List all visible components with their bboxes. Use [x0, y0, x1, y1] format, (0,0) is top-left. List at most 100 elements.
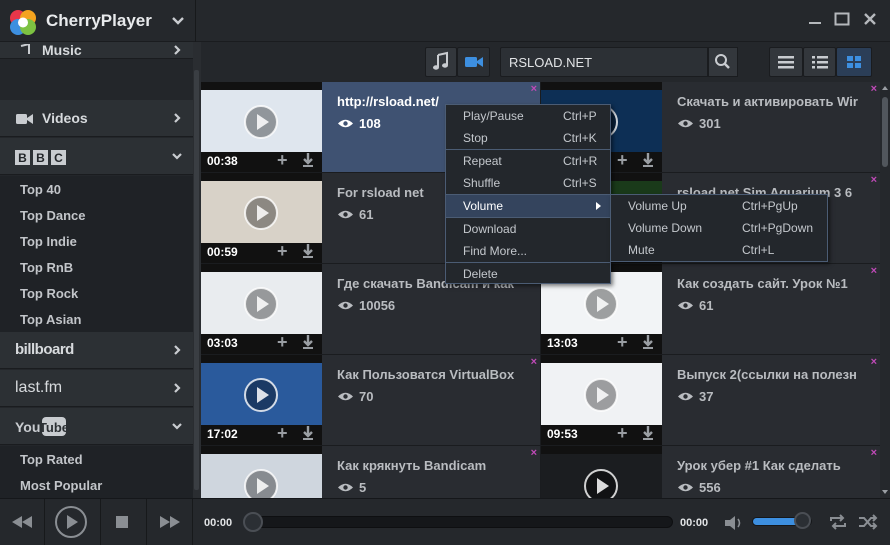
video-thumbnail[interactable]: 09:53 + [541, 355, 662, 445]
seek-bar[interactable] [247, 516, 673, 528]
video-tile[interactable]: + Как крякнуть Bandicam 5 × [201, 446, 541, 498]
search-box[interactable] [500, 47, 708, 77]
download-icon[interactable] [301, 152, 315, 168]
sidebar-item-top-rated[interactable]: Top Rated [20, 452, 83, 467]
download-icon[interactable] [301, 334, 315, 350]
sidebar-item-top-dance[interactable]: Top Dance [20, 208, 86, 223]
menu-item-repeat[interactable]: Repeat Ctrl+R [446, 150, 610, 172]
minimize-icon[interactable] [806, 10, 824, 28]
sidebar-section-videos[interactable]: Videos [0, 100, 193, 137]
sidebar-section-music[interactable]: Music [0, 42, 193, 59]
shuffle-icon[interactable] [857, 513, 879, 531]
grid-view-button[interactable] [836, 47, 872, 77]
maximize-icon[interactable] [833, 10, 851, 28]
video-tile[interactable]: + Урок убер #1 Как сделать 556 × [541, 446, 880, 498]
add-to-playlist-icon[interactable]: + [617, 333, 628, 351]
play-overlay-icon[interactable] [243, 468, 279, 498]
sidebar-section-billboard[interactable]: billboard [0, 332, 193, 369]
video-title[interactable]: Выпуск 2(ссылки на полезн [677, 367, 867, 382]
sidebar-section-lastfm[interactable]: last.fm [0, 370, 193, 407]
seek-handle[interactable] [243, 512, 263, 532]
sidebar-item-top-rock[interactable]: Top Rock [20, 286, 78, 301]
video-title[interactable]: Как Пользоватся VirtualBox [337, 367, 527, 382]
menu-item-shuffle[interactable]: Shuffle Ctrl+S [446, 172, 610, 194]
remove-tile-icon[interactable]: × [871, 356, 877, 368]
menu-item-mute[interactable]: Mute Ctrl+L [611, 239, 827, 261]
menu-item-delete[interactable]: Delete [446, 263, 610, 285]
add-to-playlist-icon[interactable]: + [617, 151, 628, 169]
search-input[interactable] [509, 55, 699, 70]
play-overlay-icon[interactable] [583, 286, 619, 322]
stop-icon[interactable] [114, 514, 130, 530]
play-overlay-icon[interactable] [583, 377, 619, 413]
video-thumbnail[interactable]: + [201, 446, 322, 498]
remove-tile-icon[interactable]: × [871, 447, 877, 459]
sidebar-item-top-indie[interactable]: Top Indie [20, 234, 77, 249]
close-icon[interactable] [861, 10, 879, 28]
sidebar-item-top-rnb[interactable]: Top RnB [20, 260, 73, 275]
video-title[interactable]: Как крякнуть Bandicam [337, 458, 527, 473]
menu-item-volume-down[interactable]: Volume Down Ctrl+PgDown [611, 217, 827, 239]
remove-tile-icon[interactable]: × [871, 83, 877, 95]
speaker-icon[interactable] [722, 513, 746, 533]
scroll-down-icon[interactable] [882, 488, 888, 496]
sidebar-item-top-asian[interactable]: Top Asian [20, 312, 81, 327]
video-thumbnail[interactable]: 00:59 + [201, 173, 322, 263]
download-icon[interactable] [301, 243, 315, 259]
play-icon[interactable] [53, 504, 89, 540]
add-to-playlist-icon[interactable]: + [277, 424, 288, 442]
add-to-playlist-icon[interactable]: + [277, 151, 288, 169]
download-icon[interactable] [641, 334, 655, 350]
detail-view-button[interactable] [803, 47, 836, 77]
video-thumbnail[interactable]: 03:03 + [201, 264, 322, 354]
scroll-up-icon[interactable] [882, 84, 888, 92]
sidebar-item-top-40[interactable]: Top 40 [20, 182, 61, 197]
video-tile[interactable]: 09:53 + Выпуск 2(ссылки на полезн 37 × [541, 355, 880, 446]
add-to-playlist-icon[interactable]: + [277, 333, 288, 351]
video-thumbnail[interactable]: + [541, 446, 662, 498]
remove-tile-icon[interactable]: × [871, 265, 877, 277]
video-mode-button[interactable] [457, 47, 490, 77]
remove-tile-icon[interactable]: × [871, 174, 877, 186]
menu-item-stop[interactable]: Stop Ctrl+K [446, 127, 610, 149]
sidebar-item-most-popular[interactable]: Most Popular [20, 478, 102, 493]
chevron-down-icon[interactable] [170, 12, 186, 28]
sidebar-scrollbar-thumb[interactable] [194, 70, 199, 490]
remove-tile-icon[interactable]: × [531, 356, 537, 368]
search-button[interactable] [708, 47, 738, 77]
play-overlay-icon[interactable] [243, 104, 279, 140]
add-to-playlist-icon[interactable]: + [277, 242, 288, 260]
grid-scrollbar-thumb[interactable] [882, 97, 888, 167]
menu-item-find-more[interactable]: Find More... [446, 240, 610, 262]
video-thumbnail[interactable]: 17:02 + [201, 355, 322, 445]
remove-tile-icon[interactable]: × [531, 447, 537, 459]
add-to-playlist-icon[interactable]: + [617, 424, 628, 442]
menu-item-volume[interactable]: Volume [446, 195, 610, 217]
download-icon[interactable] [641, 152, 655, 168]
repeat-icon[interactable] [828, 513, 848, 531]
list-view-button[interactable] [769, 47, 803, 77]
menu-item-download[interactable]: Download [446, 218, 610, 240]
menu-item-play-pause[interactable]: Play/Pause Ctrl+P [446, 105, 610, 127]
next-icon[interactable] [156, 510, 184, 534]
play-overlay-icon[interactable] [243, 195, 279, 231]
remove-tile-icon[interactable]: × [531, 83, 537, 95]
volume-handle[interactable] [794, 512, 811, 529]
download-icon[interactable] [301, 425, 315, 441]
menu-item-volume-up[interactable]: Volume Up Ctrl+PgUp [611, 195, 827, 217]
play-overlay-icon[interactable] [243, 377, 279, 413]
video-views: 61 [699, 298, 714, 313]
download-icon[interactable] [641, 425, 655, 441]
video-title[interactable]: Скачать и активировать Wir [677, 94, 867, 109]
video-title[interactable]: Урок убер #1 Как сделать [677, 458, 867, 473]
video-title[interactable]: Как создать сайт. Урок №1 [677, 276, 867, 291]
sidebar-section-bbc[interactable]: B B C [0, 138, 193, 175]
sidebar-section-youtube[interactable]: You Tube [0, 408, 193, 445]
music-mode-button[interactable] [425, 47, 457, 77]
video-thumbnail[interactable]: 00:38 + [201, 82, 322, 172]
video-tile[interactable]: 17:02 + Как Пользоватся VirtualBox 70 × [201, 355, 541, 446]
previous-icon[interactable] [8, 510, 36, 534]
play-overlay-icon[interactable] [243, 286, 279, 322]
lastfm-logo: last.fm [15, 379, 63, 396]
play-overlay-icon[interactable] [583, 468, 619, 498]
